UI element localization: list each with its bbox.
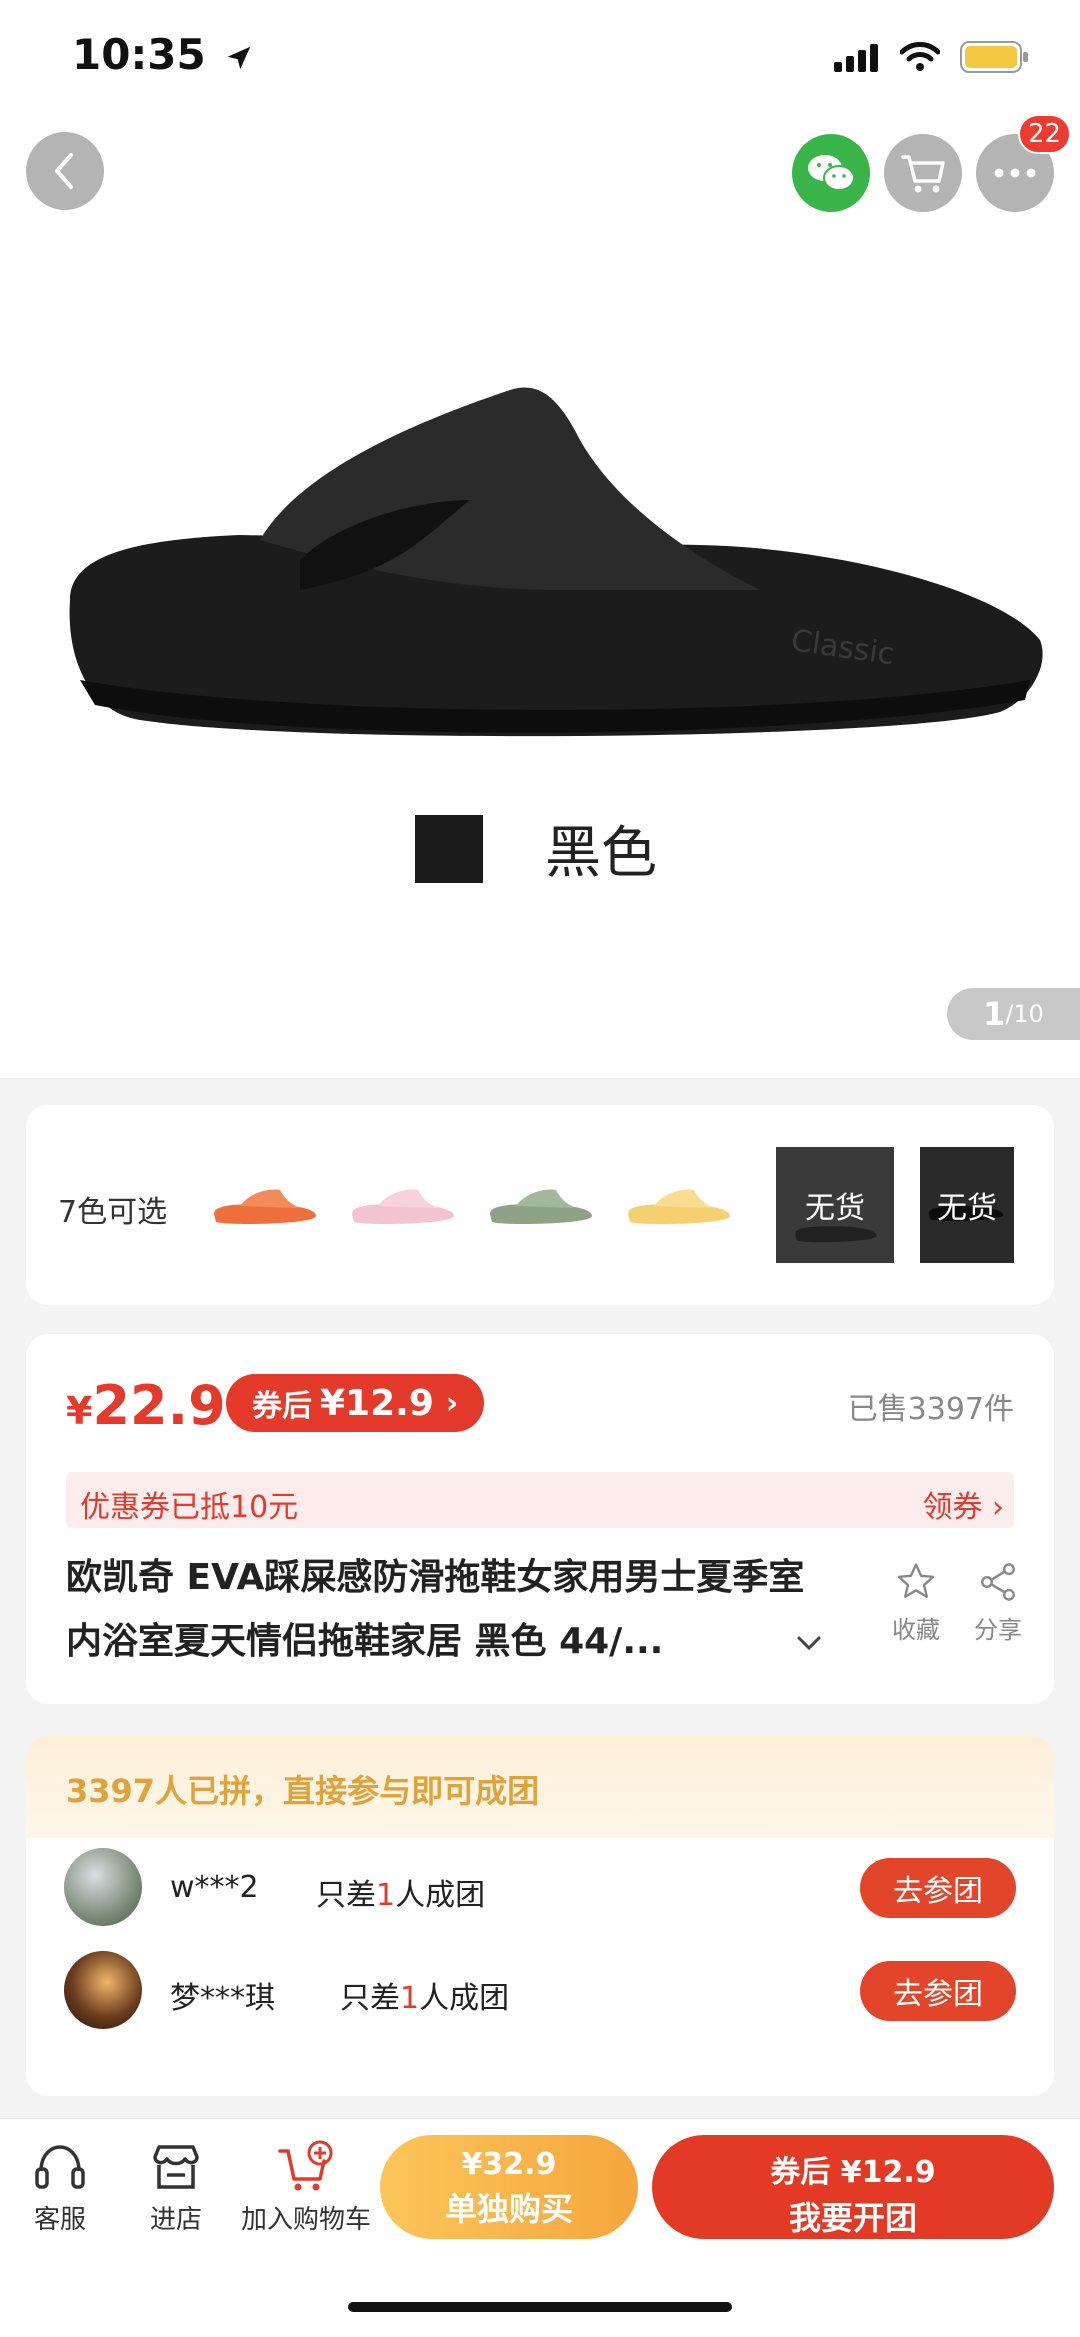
out-of-stock-label: 无货 xyxy=(805,1191,865,1226)
status-bar: 10:35 xyxy=(0,0,1080,120)
status-time: 10:35 xyxy=(72,30,254,79)
chevron-right-icon: › xyxy=(445,1385,459,1421)
customer-service-label: 客服 xyxy=(33,2205,86,2235)
sandal-thumb xyxy=(352,1189,454,1224)
coupon-price-pill[interactable]: 券后 ¥12.9 › xyxy=(226,1374,485,1432)
price-currency: ¥ xyxy=(66,1389,93,1433)
image-counter: 1 /10 xyxy=(947,988,1080,1040)
add-to-cart-button[interactable]: 加入购物车 xyxy=(238,2135,374,2236)
group-row: 梦***琪 只差1人成团 去参团 xyxy=(26,1939,1054,2039)
price: ¥22.9 xyxy=(66,1374,226,1437)
headset-icon xyxy=(35,2145,85,2189)
location-arrow-icon xyxy=(228,46,251,69)
sandal-thumb xyxy=(628,1189,730,1224)
customer-service-button[interactable]: 客服 xyxy=(28,2135,92,2236)
group-header-text: 3397人已拼，直接参与即可成团 xyxy=(66,1772,540,1810)
sold-count: 已售3397件 xyxy=(847,1392,1014,1427)
back-button[interactable] xyxy=(26,132,104,210)
buy-single-button[interactable]: ¥32.9 单独购买 xyxy=(380,2135,638,2239)
share-button[interactable]: 分享 xyxy=(958,1560,1038,1645)
wifi-icon xyxy=(900,42,940,71)
group-header: 3397人已拼，直接参与即可成团 xyxy=(26,1736,1054,1838)
notification-badge: 22 xyxy=(1018,114,1072,154)
price-card: ¥22.9 券后 ¥12.9 › 已售3397件 优惠券已抵10元 领券 › 欧… xyxy=(26,1334,1054,1704)
counter-total: /10 xyxy=(1005,1000,1044,1028)
share-icon xyxy=(981,1563,1015,1601)
sandal-thumb xyxy=(490,1189,592,1224)
variant-black-2[interactable]: 无货 xyxy=(920,1147,1014,1263)
chevron-down-icon[interactable] xyxy=(796,1634,822,1652)
more-dots-icon xyxy=(994,168,1036,178)
store-button[interactable]: 进店 xyxy=(144,2135,208,2236)
share-label: 分享 xyxy=(974,1616,1022,1644)
out-of-stock-label: 无货 xyxy=(937,1191,997,1226)
sandal-thumb xyxy=(214,1189,316,1224)
counter-current: 1 xyxy=(983,995,1006,1033)
cart-icon xyxy=(901,155,945,193)
group-row: w***2 只差1人成团 去参团 xyxy=(26,1836,1054,1936)
add-to-cart-label: 加入购物车 xyxy=(240,2205,371,2235)
status-icons xyxy=(834,40,1030,74)
favorite-label: 收藏 xyxy=(892,1616,940,1644)
group-need: 只差1人成团 xyxy=(340,1973,509,2017)
single-price: ¥32.9 xyxy=(461,2147,557,2182)
single-label: 单独购买 xyxy=(444,2190,573,2228)
store-icon xyxy=(153,2145,199,2189)
coupon-pill-prefix: 券后 xyxy=(252,1389,312,1424)
wechat-share-button[interactable] xyxy=(792,134,870,212)
battery-icon xyxy=(960,41,1028,73)
group-label: 我要开团 xyxy=(788,2199,917,2237)
variant-yellow[interactable] xyxy=(620,1147,738,1263)
get-coupon-link[interactable]: 领券 › xyxy=(922,1482,1004,1526)
variants-card: 7色可选 无货 无货 xyxy=(26,1105,1054,1305)
star-icon xyxy=(897,1563,935,1598)
coupon-bar[interactable]: 优惠券已抵10元 领券 › xyxy=(66,1472,1014,1528)
variant-orange[interactable] xyxy=(206,1147,324,1263)
chevron-left-icon xyxy=(55,153,73,189)
variant-black[interactable]: 无货 xyxy=(776,1147,894,1263)
status-time-text: 10:35 xyxy=(72,30,206,79)
need-suffix: 人成团 xyxy=(395,1878,486,1913)
join-group-button[interactable]: 去参团 xyxy=(860,1858,1016,1918)
avatar xyxy=(64,1848,142,1926)
cellular-signal-icon xyxy=(834,44,878,72)
group-buy-card: 3397人已拼，直接参与即可成团 w***2 只差1人成团 去参团 梦***琪 … xyxy=(26,1736,1054,2096)
color-swatch xyxy=(415,815,483,883)
join-group-button[interactable]: 去参团 xyxy=(860,1961,1016,2021)
coupon-bar-text: 优惠券已抵10元 xyxy=(80,1490,299,1525)
wechat-icon xyxy=(808,155,855,191)
color-caption: 黑色 xyxy=(545,821,657,886)
need-prefix: 只差 xyxy=(340,1981,400,2016)
need-count: 1 xyxy=(376,1878,396,1913)
home-indicator xyxy=(348,2302,732,2312)
group-need: 只差1人成团 xyxy=(316,1870,485,1914)
variant-pink[interactable] xyxy=(344,1147,462,1263)
variants-label: 7色可选 xyxy=(58,1195,168,1230)
start-group-button[interactable]: 券后 ¥12.9 我要开团 xyxy=(652,2135,1054,2239)
group-price: 券后 ¥12.9 xyxy=(770,2155,936,2190)
need-suffix: 人成团 xyxy=(419,1981,510,2016)
coupon-pill-price: ¥12.9 xyxy=(320,1382,434,1424)
group-member-name: 梦***琪 xyxy=(170,1981,275,2016)
avatar xyxy=(64,1951,142,2029)
add-cart-icon xyxy=(278,2140,333,2191)
variant-green[interactable] xyxy=(482,1147,600,1263)
price-value: 22.9 xyxy=(92,1374,226,1437)
need-count: 1 xyxy=(400,1981,420,2016)
favorite-button[interactable]: 收藏 xyxy=(876,1560,956,1645)
product-title: 欧凯奇 EVA踩屎感防滑拖鞋女家用男士夏季室内浴室夏天情侣拖鞋家居 黑色 44/… xyxy=(66,1557,805,1662)
need-prefix: 只差 xyxy=(316,1878,376,1913)
store-label: 进店 xyxy=(149,2205,202,2235)
group-member-name: w***2 xyxy=(170,1870,259,1905)
cart-button[interactable] xyxy=(884,134,962,212)
